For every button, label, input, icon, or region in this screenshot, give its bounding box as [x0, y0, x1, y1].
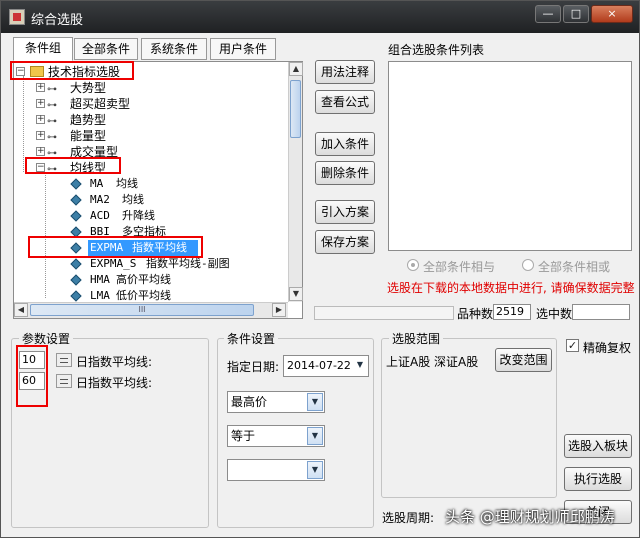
- close-window-button[interactable]: ×: [591, 5, 633, 23]
- indicator-icon: [70, 258, 82, 270]
- field-value: 最高价: [231, 395, 268, 409]
- indicator-name: 均线: [122, 193, 144, 206]
- title-bar[interactable]: 综合选股 — □ ×: [1, 1, 639, 33]
- add-condition-button[interactable]: 加入条件: [315, 132, 375, 156]
- chevron-down-icon[interactable]: ▼: [307, 427, 323, 445]
- spin-icon[interactable]: [56, 374, 72, 388]
- indicator-icon: [70, 290, 82, 302]
- operator-value: 等于: [231, 429, 256, 443]
- progress-bar: [314, 306, 454, 320]
- chevron-down-icon[interactable]: ▼: [353, 357, 367, 375]
- window-title: 综合选股: [31, 13, 84, 28]
- date-value: 2014-07-22: [287, 359, 351, 372]
- count-value: 2519: [493, 304, 531, 320]
- view-formula-button[interactable]: 查看公式: [315, 90, 375, 114]
- indicator-name: 升降线: [122, 209, 155, 222]
- watermark: 头条 @理财规划师邱鹏涛: [445, 508, 615, 526]
- radio-or[interactable]: [522, 259, 534, 271]
- run-selection-button[interactable]: 执行选股: [564, 467, 632, 491]
- category-label: 能量型: [70, 129, 107, 143]
- selected-label: 选中数: [536, 307, 573, 321]
- precise-rights-checkbox[interactable]: ✓: [566, 339, 579, 352]
- scroll-down-icon[interactable]: ▼: [289, 287, 303, 301]
- date-picker[interactable]: 2014-07-22 ▼: [283, 355, 369, 377]
- select-to-block-button[interactable]: 选股入板块: [564, 434, 632, 458]
- indicator-code: MA2: [90, 193, 110, 206]
- condition-list-title: 组合选股条件列表: [388, 43, 485, 57]
- scroll-left-icon[interactable]: ◀: [14, 303, 28, 317]
- indicator-code: MA: [90, 177, 104, 190]
- indicator-name: 高价平均线: [116, 273, 171, 286]
- tree-horizontal-scrollbar[interactable]: ◀ III ▶: [14, 302, 288, 318]
- delete-condition-button[interactable]: 删除条件: [315, 161, 375, 185]
- count-label: 品种数: [457, 307, 494, 321]
- expand-icon[interactable]: +: [36, 83, 45, 92]
- import-plan-button[interactable]: 引入方案: [315, 200, 375, 224]
- change-range-button[interactable]: 改变范围: [495, 348, 552, 372]
- condition-list[interactable]: [388, 61, 632, 251]
- param-label-2: 日指数平均线:: [76, 376, 153, 390]
- indicator-name: 均线: [116, 177, 138, 190]
- category-label: 超买超卖型: [70, 97, 131, 111]
- indicator-name: 指数平均线-副图: [146, 257, 230, 270]
- chevron-down-icon[interactable]: ▼: [307, 393, 323, 411]
- value-select[interactable]: ▼: [227, 459, 325, 481]
- key-icon: ⊶: [47, 132, 57, 143]
- param-label-1: 日指数平均线:: [76, 355, 153, 369]
- indicator-icon: [70, 178, 82, 190]
- selected-value: [572, 304, 630, 320]
- conditions-title: 条件设置: [224, 330, 279, 347]
- tab-system-conditions[interactable]: 系统条件: [141, 38, 207, 60]
- app-icon: [9, 9, 25, 25]
- expand-icon[interactable]: +: [36, 131, 45, 140]
- scroll-thumb[interactable]: III: [30, 304, 254, 316]
- indicator-icon: [70, 194, 82, 206]
- highlight-box: [16, 345, 48, 407]
- scroll-right-icon[interactable]: ▶: [272, 303, 286, 317]
- indicator-icon: [70, 210, 82, 222]
- highlight-box: [28, 236, 203, 258]
- maximize-button[interactable]: □: [563, 5, 589, 23]
- field-select[interactable]: 最高价 ▼: [227, 391, 325, 413]
- period-label: 选股周期:: [382, 511, 435, 525]
- expand-icon[interactable]: +: [36, 147, 45, 156]
- radio-and-label: 全部条件相与: [423, 260, 496, 274]
- category-label: 大势型: [70, 81, 107, 95]
- minimize-button[interactable]: —: [535, 5, 561, 23]
- indicator-tree[interactable]: − 技术指标选股 + ⊶ 大势型 + ⊶ 超买超卖型 + ⊶ 趋势型 + ⊶ 能…: [13, 61, 303, 319]
- category-label: 趋势型: [70, 113, 107, 127]
- indicator-code: ACD: [90, 209, 110, 222]
- date-label: 指定日期:: [227, 360, 280, 374]
- usage-notes-button[interactable]: 用法注释: [315, 60, 375, 84]
- save-plan-button[interactable]: 保存方案: [315, 230, 375, 254]
- range-text: 上证A股 深证A股: [386, 355, 479, 369]
- range-title: 选股范围: [389, 330, 444, 347]
- operator-select[interactable]: 等于 ▼: [227, 425, 325, 447]
- app-window: 综合选股 — □ × 条件组 全部条件 系统条件 用户条件 − 技术指标选股 +…: [0, 0, 640, 538]
- tab-condition-group[interactable]: 条件组: [13, 37, 73, 61]
- highlight-box: [25, 157, 121, 174]
- radio-or-label: 全部条件相或: [538, 260, 611, 274]
- tab-all-conditions[interactable]: 全部条件: [74, 38, 138, 60]
- key-icon: ⊶: [47, 100, 57, 111]
- tree-vertical-scrollbar[interactable]: ▲ ▼: [288, 62, 303, 302]
- scroll-thumb[interactable]: [290, 80, 301, 138]
- precise-rights-label: 精确复权: [583, 341, 632, 355]
- chevron-down-icon[interactable]: ▼: [307, 461, 323, 479]
- key-icon: ⊶: [47, 116, 57, 127]
- indicator-code: HMA: [90, 273, 110, 286]
- radio-and[interactable]: [407, 259, 419, 271]
- indicator-code: EXPMA_S: [90, 257, 137, 270]
- data-notice: 选股在下载的本地数据中进行, 请确保数据完整: [387, 281, 635, 295]
- scroll-up-icon[interactable]: ▲: [289, 62, 303, 76]
- indicator-icon: [70, 274, 82, 286]
- expand-icon[interactable]: +: [36, 99, 45, 108]
- key-icon: ⊶: [47, 84, 57, 95]
- expand-icon[interactable]: +: [36, 115, 45, 124]
- tab-user-conditions[interactable]: 用户条件: [210, 38, 276, 60]
- highlight-box: [10, 61, 134, 80]
- spin-icon[interactable]: [56, 353, 72, 367]
